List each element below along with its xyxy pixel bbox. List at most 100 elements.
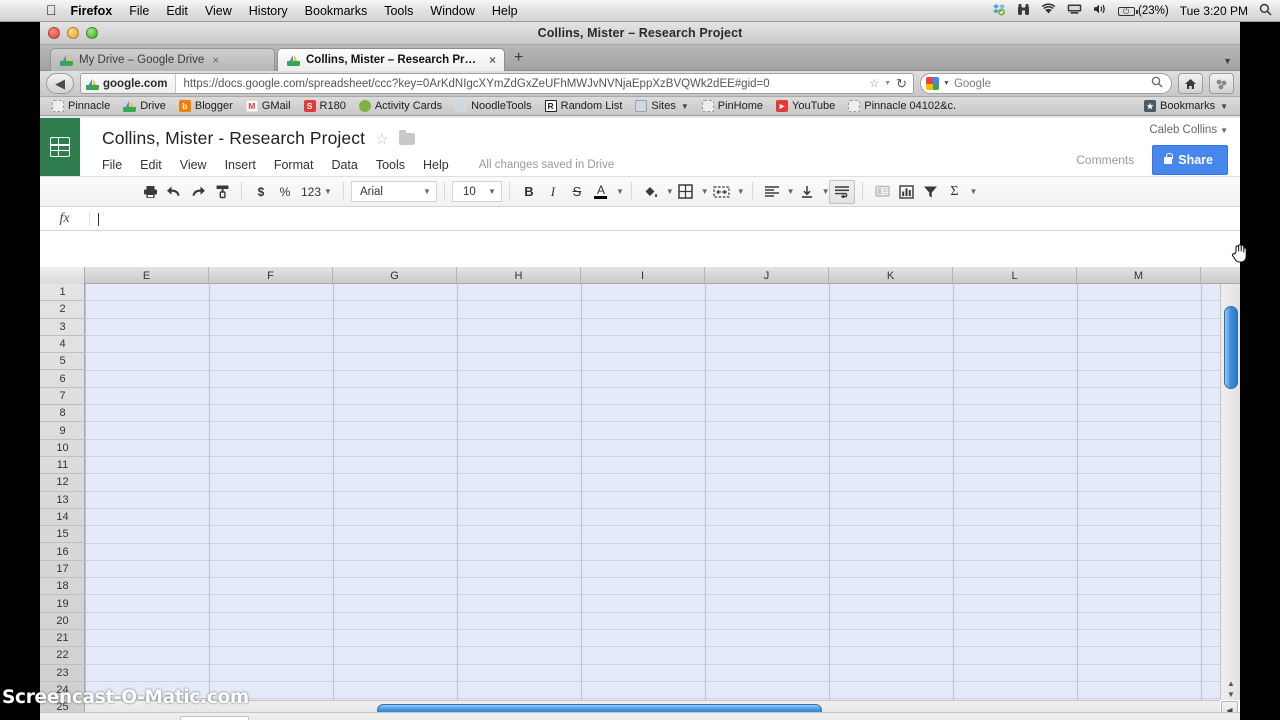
share-button[interactable]: Share bbox=[1152, 145, 1228, 175]
sheets-menu-view[interactable]: View bbox=[171, 156, 216, 174]
formula-input[interactable] bbox=[90, 211, 1240, 226]
strikethrough-button[interactable]: S bbox=[565, 180, 589, 204]
row-header-17[interactable]: 17 bbox=[40, 561, 85, 579]
search-bar[interactable]: ▼ Google bbox=[920, 73, 1172, 94]
tab-list-chevron-down-icon[interactable]: ▼ bbox=[1223, 56, 1232, 66]
font-size-selector[interactable]: 10 ▼ bbox=[451, 181, 502, 202]
undo-icon[interactable] bbox=[162, 180, 186, 204]
scroll-down-arrow-icon[interactable]: ▼ bbox=[1225, 689, 1237, 699]
site-identity-button[interactable]: google.com bbox=[81, 74, 176, 93]
sheets-menu-format[interactable]: Format bbox=[265, 156, 323, 174]
insert-chart-icon[interactable] bbox=[894, 180, 918, 204]
home-button[interactable] bbox=[1178, 73, 1203, 94]
search-input[interactable]: Google bbox=[954, 78, 1147, 90]
wifi-icon[interactable] bbox=[1041, 3, 1056, 19]
binoculars-icon[interactable] bbox=[1017, 3, 1030, 20]
close-tab-icon[interactable]: × bbox=[212, 53, 219, 67]
column-header-g[interactable]: G bbox=[333, 267, 457, 284]
bookmark-noodletools[interactable]: NoodleTools bbox=[449, 99, 538, 113]
row-header-21[interactable]: 21 bbox=[40, 630, 85, 648]
menu-firefox[interactable]: Firefox bbox=[71, 4, 113, 18]
menu-edit[interactable]: Edit bbox=[166, 4, 188, 18]
bookmark-r180[interactable]: S R180 bbox=[298, 99, 352, 113]
apple-icon[interactable]:  bbox=[46, 3, 57, 17]
tab-research-project[interactable]: Collins, Mister – Research Project × bbox=[277, 48, 505, 71]
font-family-selector[interactable]: Arial ▼ bbox=[350, 181, 437, 202]
menu-bookmarks[interactable]: Bookmarks bbox=[305, 4, 368, 18]
currency-format-button[interactable]: $ bbox=[249, 180, 273, 204]
filter-icon[interactable] bbox=[918, 180, 942, 204]
sheets-menu-data[interactable]: Data bbox=[322, 156, 366, 174]
row-header-4[interactable]: 4 bbox=[40, 336, 85, 354]
column-header-e[interactable]: E bbox=[85, 267, 209, 284]
sheet-tab-sheet1[interactable]: Sheet1 bbox=[180, 716, 249, 720]
row-header-10[interactable]: 10 bbox=[40, 440, 85, 457]
menu-file[interactable]: File bbox=[129, 4, 149, 18]
row-header-14[interactable]: 14 bbox=[40, 509, 85, 527]
row-header-22[interactable]: 22 bbox=[40, 647, 85, 665]
sheets-menu-edit[interactable]: Edit bbox=[131, 156, 171, 174]
row-header-1[interactable]: 1 bbox=[40, 284, 85, 302]
row-header-5[interactable]: 5 bbox=[40, 353, 85, 371]
row-header-11[interactable]: 11 bbox=[40, 457, 85, 475]
bookmark-activity-cards[interactable]: Activity Cards bbox=[353, 99, 448, 113]
chevron-down-icon[interactable]: ▼ bbox=[737, 187, 745, 196]
number-format-button[interactable]: 123 ▼ bbox=[297, 180, 336, 204]
column-header-f[interactable]: F bbox=[209, 267, 333, 284]
bookmark-drive[interactable]: Drive bbox=[117, 99, 172, 113]
close-tab-icon[interactable]: × bbox=[489, 53, 496, 67]
back-button[interactable]: ◀ bbox=[46, 73, 74, 94]
column-header-m[interactable]: M bbox=[1077, 267, 1201, 284]
bookmarks-menu[interactable]: ★ Bookmarks ▼ bbox=[1138, 99, 1234, 113]
fill-color-icon[interactable] bbox=[639, 180, 663, 204]
percent-format-button[interactable]: % bbox=[273, 180, 297, 204]
menu-tools[interactable]: Tools bbox=[384, 4, 413, 18]
chevron-down-icon[interactable]: ▼ bbox=[1220, 126, 1228, 135]
reload-icon[interactable]: ↻ bbox=[896, 76, 907, 92]
select-all-corner[interactable] bbox=[40, 267, 85, 284]
row-header-23[interactable]: 23 bbox=[40, 665, 85, 682]
spotlight-search-icon[interactable] bbox=[1259, 3, 1272, 20]
row-header-16[interactable]: 16 bbox=[40, 544, 85, 561]
volume-icon[interactable] bbox=[1093, 3, 1107, 19]
row-header-2[interactable]: 2 bbox=[40, 301, 85, 319]
bookmark-pinnacle[interactable]: Pinnacle bbox=[46, 99, 116, 113]
star-icon[interactable]: ☆ bbox=[375, 130, 388, 148]
text-color-button[interactable]: A bbox=[589, 180, 613, 204]
url-bar[interactable]: google.com https://docs.google.com/sprea… bbox=[80, 73, 914, 94]
vertical-scroll-thumb[interactable] bbox=[1224, 306, 1238, 389]
sheets-menu-tools[interactable]: Tools bbox=[367, 156, 414, 174]
bookmark-youtube[interactable]: ▶ YouTube bbox=[770, 99, 841, 113]
row-header-3[interactable]: 3 bbox=[40, 319, 85, 336]
sheets-menu-insert[interactable]: Insert bbox=[216, 156, 265, 174]
print-icon[interactable] bbox=[138, 180, 162, 204]
text-wrap-icon[interactable] bbox=[829, 179, 856, 204]
tab-my-drive[interactable]: My Drive – Google Drive × bbox=[50, 48, 275, 71]
chevron-down-icon[interactable]: ▼ bbox=[324, 187, 332, 196]
row-header-8[interactable]: 8 bbox=[40, 405, 85, 423]
chevron-down-icon[interactable]: ▼ bbox=[616, 187, 624, 196]
chevron-down-icon[interactable]: ▼ bbox=[787, 187, 795, 196]
column-header-h[interactable]: H bbox=[457, 267, 581, 284]
horizontal-align-icon[interactable] bbox=[760, 180, 784, 204]
chevron-down-icon[interactable]: ▼ bbox=[701, 187, 709, 196]
chevron-down-icon[interactable]: ▼ bbox=[488, 187, 496, 196]
formula-bar[interactable]: fx bbox=[40, 207, 1240, 231]
column-header-k[interactable]: K bbox=[829, 267, 953, 284]
dropbox-icon[interactable] bbox=[992, 3, 1006, 20]
bookmark-blogger[interactable]: b Blogger bbox=[173, 99, 239, 113]
vertical-scrollbar[interactable]: ▲ ▼ bbox=[1220, 284, 1240, 700]
scroll-up-arrow-icon[interactable]: ▲ bbox=[1225, 678, 1237, 688]
sheets-menu-file[interactable]: File bbox=[102, 156, 131, 174]
bookmark-random-list[interactable]: R Random List bbox=[539, 99, 629, 113]
bookmark-sites[interactable]: Sites ▼ bbox=[629, 99, 694, 113]
row-header-19[interactable]: 19 bbox=[40, 595, 85, 613]
vertical-align-icon[interactable] bbox=[795, 180, 819, 204]
comments-button[interactable]: Comments bbox=[1064, 146, 1146, 174]
row-header-9[interactable]: 9 bbox=[40, 422, 85, 440]
paint-format-icon[interactable] bbox=[210, 180, 234, 204]
menu-window[interactable]: Window bbox=[430, 4, 474, 18]
row-header-6[interactable]: 6 bbox=[40, 371, 85, 388]
battery-status[interactable]: ⏻ (23%) bbox=[1118, 5, 1169, 17]
row-header-13[interactable]: 13 bbox=[40, 492, 85, 509]
